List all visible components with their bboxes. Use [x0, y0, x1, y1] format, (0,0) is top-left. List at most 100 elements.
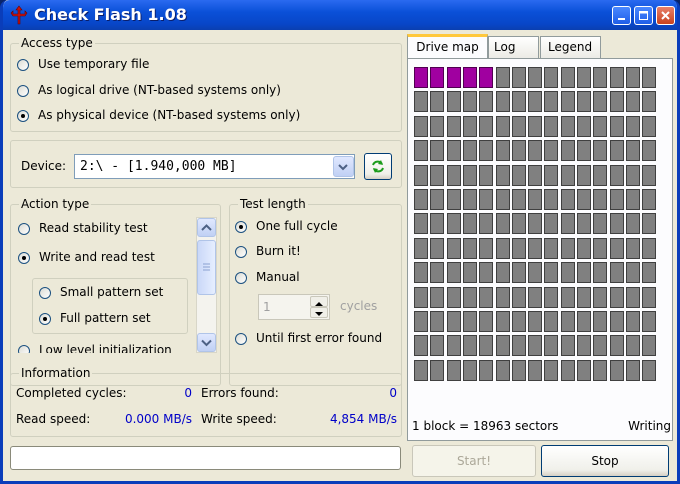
manual-cycles-value: 1 [263, 300, 271, 314]
drive-block [512, 238, 526, 259]
drive-block [593, 140, 607, 161]
drive-block [512, 213, 526, 234]
device-dropdown-button[interactable] [333, 156, 354, 177]
drive-block [642, 360, 656, 381]
drive-block [528, 91, 542, 112]
drive-block [642, 91, 656, 112]
drive-block [512, 67, 526, 88]
drive-block [512, 335, 526, 356]
tab-label: Log [494, 40, 516, 54]
drive-block [496, 116, 510, 137]
app-window: Check Flash 1.08 Access type Use tempora… [0, 0, 680, 484]
maximize-button[interactable] [634, 6, 653, 25]
drive-block [430, 287, 444, 308]
drive-block [430, 91, 444, 112]
drive-block [626, 189, 640, 210]
drive-block [463, 262, 477, 283]
drive-block [447, 262, 461, 283]
drive-block [430, 165, 444, 186]
drive-block [642, 189, 656, 210]
drive-block [610, 165, 624, 186]
refresh-button[interactable] [364, 153, 392, 180]
drive-block-done [430, 67, 444, 88]
drive-block [479, 262, 493, 283]
scroll-up-button[interactable] [197, 218, 216, 237]
drive-block [610, 360, 624, 381]
drive-block [626, 287, 640, 308]
device-select-value: 2:\ - [1.940,000 MB] [80, 159, 237, 174]
drive-block [479, 335, 493, 356]
drive-block [561, 311, 575, 332]
scroll-down-button[interactable] [197, 333, 216, 352]
drive-block-done [447, 67, 461, 88]
drive-block [626, 165, 640, 186]
drive-block [626, 311, 640, 332]
test-length-option-label: Burn it! [256, 244, 301, 258]
drive-block [626, 213, 640, 234]
drive-block [577, 287, 591, 308]
drive-block [561, 238, 575, 259]
radio-indicator [235, 246, 247, 258]
drive-block [610, 311, 624, 332]
drive-block [593, 213, 607, 234]
action-option-label: Write and read test [39, 250, 155, 264]
start-button[interactable]: Start! [412, 445, 536, 477]
drive-block [479, 91, 493, 112]
close-icon [661, 11, 670, 20]
status-text: Writing [628, 419, 671, 433]
drive-block [430, 140, 444, 161]
radio-indicator [18, 223, 30, 235]
spin-up-button[interactable] [310, 296, 328, 307]
drive-block [447, 335, 461, 356]
manual-cycles-input[interactable]: 1 [258, 294, 330, 320]
drive-block [593, 311, 607, 332]
close-button[interactable] [656, 6, 675, 25]
drive-block [642, 311, 656, 332]
radio-indicator [235, 272, 247, 284]
drive-block [512, 165, 526, 186]
refresh-icon [372, 160, 384, 173]
drive-block [430, 213, 444, 234]
minimize-icon [618, 18, 625, 20]
drive-block [544, 67, 558, 88]
drive-block [642, 67, 656, 88]
drive-block [463, 91, 477, 112]
title-bar[interactable]: Check Flash 1.08 [3, 0, 677, 30]
drive-block [642, 335, 656, 356]
drive-block [414, 335, 428, 356]
minimize-button[interactable] [612, 6, 631, 25]
drive-block [642, 238, 656, 259]
client-area: Access type Use temporary file As logica… [3, 30, 677, 481]
drive-block [479, 238, 493, 259]
spin-down-button[interactable] [310, 307, 328, 318]
read-speed-value: 0.000 MB/s [124, 412, 192, 426]
stop-button-label: Stop [591, 454, 619, 468]
drive-block [561, 360, 575, 381]
drive-block [544, 311, 558, 332]
tab-legend[interactable]: Legend [540, 36, 601, 58]
stop-button[interactable]: Stop [541, 445, 669, 477]
drive-block [610, 287, 624, 308]
drive-block [642, 140, 656, 161]
drive-block [561, 91, 575, 112]
drive-block [544, 360, 558, 381]
drive-block [593, 189, 607, 210]
drive-block [577, 360, 591, 381]
drive-block [544, 335, 558, 356]
tab-log[interactable]: Log [488, 36, 539, 58]
drive-block [512, 116, 526, 137]
drive-block [626, 116, 640, 137]
drive-block [447, 360, 461, 381]
drive-block [610, 213, 624, 234]
scroll-thumb[interactable] [197, 240, 216, 295]
drive-block [642, 165, 656, 186]
action-type-scrollbar[interactable] [196, 217, 217, 353]
drive-block [626, 91, 640, 112]
drive-block [463, 335, 477, 356]
drive-block [577, 67, 591, 88]
drive-block [544, 140, 558, 161]
drive-block [577, 165, 591, 186]
drive-block [561, 140, 575, 161]
device-select[interactable]: 2:\ - [1.940,000 MB] [74, 154, 355, 179]
tab-drive-map[interactable]: Drive map [407, 34, 488, 60]
